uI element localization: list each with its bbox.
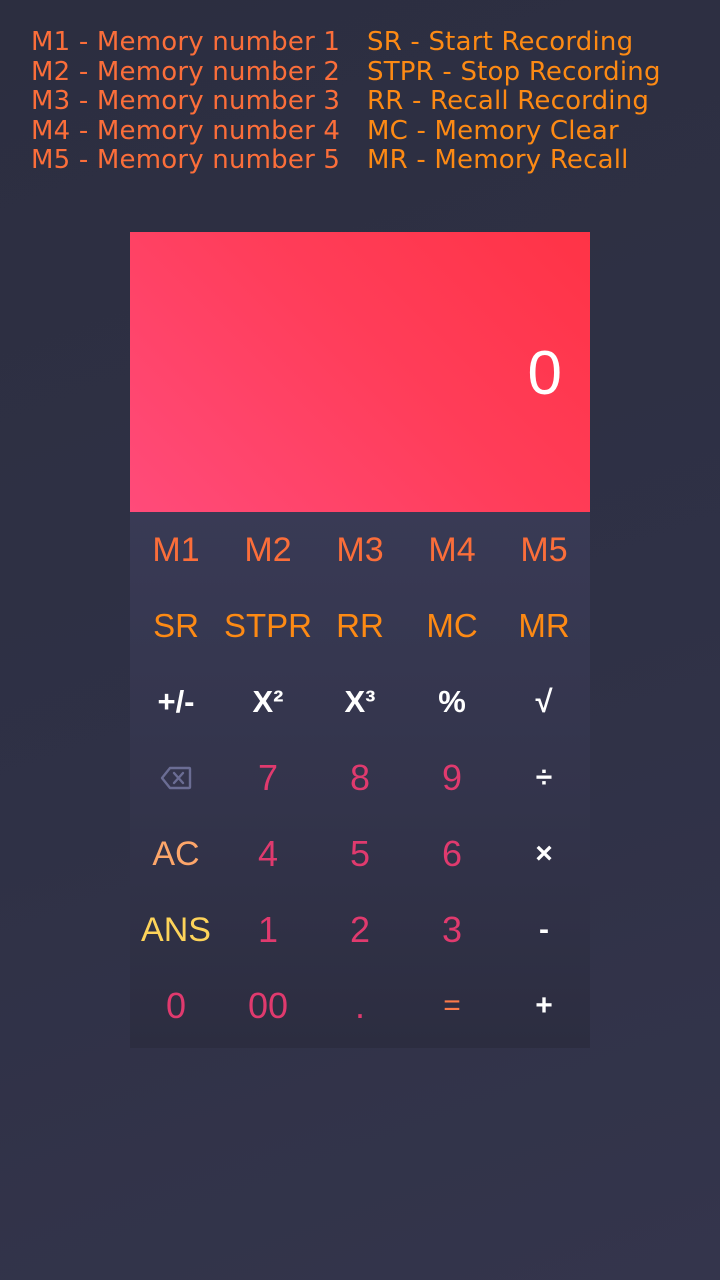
backspace-button[interactable] xyxy=(130,740,222,816)
digit-6-button[interactable]: 6 xyxy=(406,816,498,892)
memory-recall-button[interactable]: MR xyxy=(498,588,590,664)
digit-row-789: 7 8 9 ÷ xyxy=(130,740,590,816)
m2-button[interactable]: M2 xyxy=(222,512,314,588)
legend-mr: MR - Memory Recall xyxy=(367,145,629,175)
digit-7-button[interactable]: 7 xyxy=(222,740,314,816)
recall-recording-button[interactable]: RR xyxy=(314,588,406,664)
add-button[interactable]: + xyxy=(498,968,590,1044)
percent-button[interactable]: % xyxy=(406,664,498,740)
digit-3-button[interactable]: 3 xyxy=(406,892,498,968)
m4-button[interactable]: M4 xyxy=(406,512,498,588)
answer-button[interactable]: ANS xyxy=(130,892,222,968)
digit-row-0: 0 00 . = + xyxy=(130,968,590,1044)
divide-button[interactable]: ÷ xyxy=(498,740,590,816)
subtract-button[interactable]: - xyxy=(498,892,590,968)
backspace-icon xyxy=(160,766,192,790)
m5-button[interactable]: M5 xyxy=(498,512,590,588)
multiply-button[interactable]: × xyxy=(498,816,590,892)
legend-stpr: STPR - Stop Recording xyxy=(367,56,661,87)
equals-button[interactable]: = xyxy=(406,968,498,1044)
digit-row-123: ANS 1 2 3 - xyxy=(130,892,590,968)
digit-8-button[interactable]: 8 xyxy=(314,740,406,816)
all-clear-button[interactable]: AC xyxy=(130,816,222,892)
double-zero-button[interactable]: 00 xyxy=(222,968,314,1044)
display-value: 0 xyxy=(527,339,562,408)
negate-button[interactable]: +/- xyxy=(130,664,222,740)
legend-mc: MC - Memory Clear xyxy=(367,115,619,146)
start-recording-button[interactable]: SR xyxy=(130,588,222,664)
legend-m3: M3 - Memory number 3 xyxy=(31,86,341,116)
memory-clear-button[interactable]: MC xyxy=(406,588,498,664)
digit-1-button[interactable]: 1 xyxy=(222,892,314,968)
digit-9-button[interactable]: 9 xyxy=(406,740,498,816)
legend-recording-column: SR - Start Recording STPR - Stop Recordi… xyxy=(367,27,661,176)
legend-m4: M4 - Memory number 4 xyxy=(31,115,341,146)
recording-row: SR STPR RR MC MR xyxy=(130,588,590,664)
cube-button[interactable]: X³ xyxy=(314,664,406,740)
square-button[interactable]: X² xyxy=(222,664,314,740)
digit-5-button[interactable]: 5 xyxy=(314,816,406,892)
calculator: 0 M1 M2 M3 M4 M5 SR STPR RR MC MR +/- X²… xyxy=(130,232,590,1048)
square-root-button[interactable]: √ xyxy=(498,664,590,740)
digit-row-456: AC 4 5 6 × xyxy=(130,816,590,892)
stop-recording-button[interactable]: STPR xyxy=(222,588,314,664)
m1-button[interactable]: M1 xyxy=(130,512,222,588)
digit-0-button[interactable]: 0 xyxy=(130,968,222,1044)
digit-4-button[interactable]: 4 xyxy=(222,816,314,892)
legend-m5: M5 - Memory number 5 xyxy=(31,145,341,175)
m3-button[interactable]: M3 xyxy=(314,512,406,588)
digit-2-button[interactable]: 2 xyxy=(314,892,406,968)
keypad: M1 M2 M3 M4 M5 SR STPR RR MC MR +/- X² X… xyxy=(130,512,590,1048)
legend-memory-column: M1 - Memory number 1 M2 - Memory number … xyxy=(31,27,341,176)
legend-m2: M2 - Memory number 2 xyxy=(31,56,341,87)
memory-row: M1 M2 M3 M4 M5 xyxy=(130,512,590,588)
display-panel: 0 xyxy=(130,232,590,512)
decimal-point-button[interactable]: . xyxy=(314,968,406,1044)
legend-rr: RR - Recall Recording xyxy=(367,86,650,116)
legend-m1: M1 - Memory number 1 xyxy=(31,27,341,57)
legend: M1 - Memory number 1 M2 - Memory number … xyxy=(0,27,720,188)
legend-sr: SR - Start Recording xyxy=(367,27,634,57)
function-row: +/- X² X³ % √ xyxy=(130,664,590,740)
